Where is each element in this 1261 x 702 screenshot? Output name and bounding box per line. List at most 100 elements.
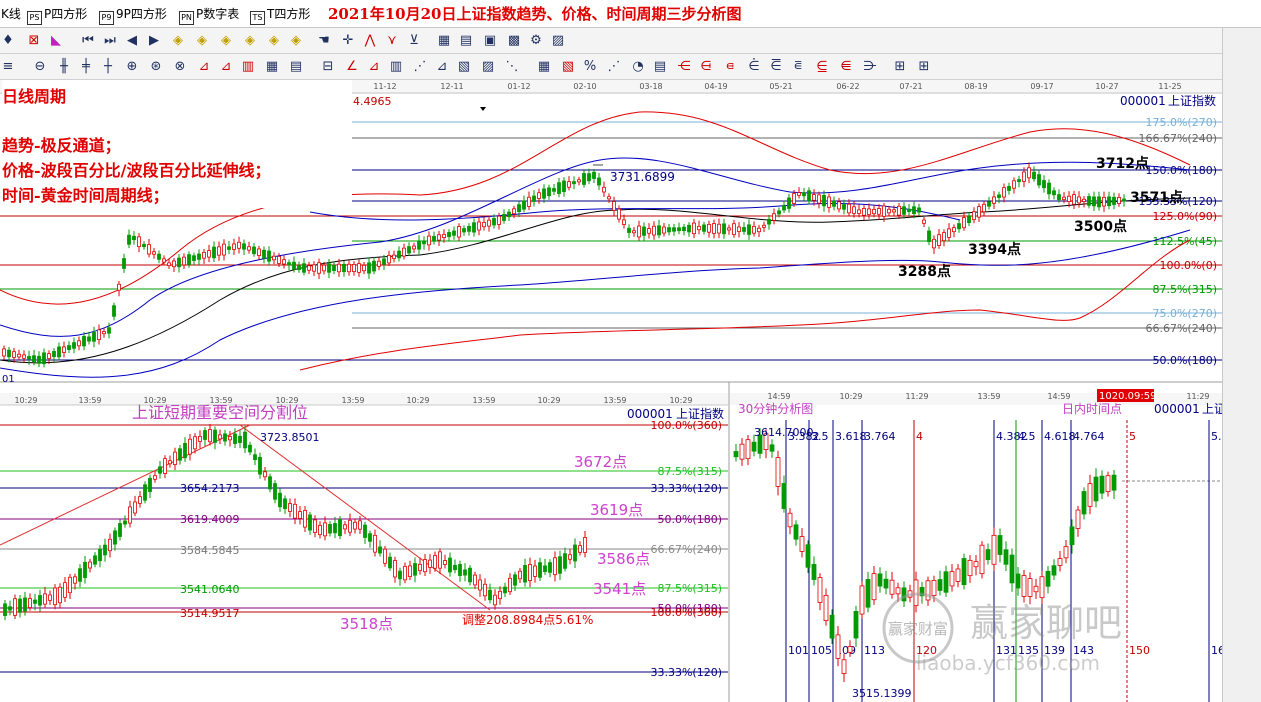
- top-candle: [952, 227, 956, 233]
- top-candle: [537, 192, 541, 199]
- angle-tool-1-icon[interactable]: ∠: [344, 59, 360, 75]
- diamond-tool-5-icon[interactable]: ◈: [266, 33, 282, 49]
- top-name: 上证指数: [1168, 93, 1216, 108]
- bl-candle: [98, 548, 102, 562]
- calendar-icon[interactable]: ▦: [436, 33, 452, 49]
- bl-candle: [518, 570, 522, 580]
- pattern-tool-3-icon[interactable]: ⊻: [406, 33, 422, 49]
- export-icon[interactable]: ▨: [550, 33, 566, 49]
- price-tool-1-icon[interactable]: ⋲: [676, 59, 692, 75]
- pattern-tool-1-icon[interactable]: ⋀: [362, 33, 378, 49]
- top-candle: [32, 355, 36, 363]
- angle-tool-2-icon[interactable]: ⊿: [366, 59, 382, 75]
- chevron-down-icon[interactable]: ♦: [0, 33, 16, 49]
- watermark: 赢家财富 赢家聊吧 liaoba.ycf360.com: [882, 592, 1122, 675]
- percent-icon[interactable]: %: [582, 59, 598, 75]
- fan-tool-2-icon[interactable]: ⊿: [218, 59, 234, 75]
- angle-tool-3-icon[interactable]: ▥: [388, 59, 404, 75]
- diamond-tool-4-icon[interactable]: ◈: [242, 33, 258, 49]
- grid-view-1-icon[interactable]: ⊞: [892, 59, 908, 75]
- step-back-icon[interactable]: ◀: [124, 33, 140, 49]
- tab-p-square[interactable]: PS P四方形: [27, 5, 87, 25]
- step-forward-icon[interactable]: ▶: [146, 33, 162, 49]
- pattern-tool-2-icon[interactable]: ⋎: [384, 33, 400, 49]
- price-tool-3-icon[interactable]: ⋴: [722, 59, 738, 75]
- ellipse-tool-icon[interactable]: ⊖: [32, 59, 48, 75]
- percent-tool-1-icon[interactable]: ▧: [560, 59, 576, 75]
- top-candle: [352, 264, 356, 272]
- bl-candle: [468, 567, 472, 583]
- top-candle: [732, 223, 736, 235]
- angle-tool-5-icon[interactable]: ⊿: [434, 59, 450, 75]
- fan-tool-4-icon[interactable]: ▦: [264, 59, 280, 75]
- price-tool-7-icon[interactable]: ⋸: [814, 59, 830, 75]
- target-tool-1-icon[interactable]: ⊕: [124, 59, 140, 75]
- scrollbar[interactable]: [1222, 28, 1261, 702]
- top-level-label: 87.5%(315): [1152, 283, 1217, 296]
- save-icon[interactable]: ▩: [506, 33, 522, 49]
- br-candle: [1057, 558, 1063, 566]
- fan-tool-3-icon[interactable]: ▥: [240, 59, 256, 75]
- angle-tool-7-icon[interactable]: ▨: [480, 59, 496, 75]
- bl-candle: [568, 554, 572, 560]
- crosshair-icon[interactable]: ✛: [340, 33, 356, 49]
- diamond-tool-1-icon[interactable]: ◈: [170, 33, 186, 49]
- price-tool-2-icon[interactable]: ⋳: [698, 59, 714, 75]
- select-tool-icon[interactable]: ⊠: [26, 33, 42, 49]
- tools-icon[interactable]: ⚙: [528, 33, 544, 49]
- top-date-label: 10-27: [1095, 82, 1118, 91]
- last-bar-icon[interactable]: ⏭: [102, 33, 118, 49]
- first-bar-icon[interactable]: ⏮: [80, 33, 96, 49]
- grid-tool-2-icon[interactable]: ╪: [78, 59, 94, 75]
- tab-t-square[interactable]: TS T四方形: [250, 5, 310, 25]
- dropdown-marker-icon[interactable]: [480, 107, 486, 111]
- percent-tool-2-icon[interactable]: ⋰: [606, 59, 622, 75]
- annotation-trend: 趋势-极反通道；: [2, 136, 121, 155]
- grid-tool-1-icon[interactable]: ╫: [56, 59, 72, 75]
- target-tool-2-icon[interactable]: ⊛: [148, 59, 164, 75]
- angle-tool-4-icon[interactable]: ⋰: [412, 59, 428, 75]
- br-count-label: 101: [788, 644, 809, 657]
- br-candle: [1069, 526, 1075, 546]
- top-candle: [157, 253, 161, 260]
- p-square-icon: PS: [27, 11, 42, 25]
- fan-tool-1-icon[interactable]: ⊿: [196, 59, 212, 75]
- br-candle: [841, 659, 847, 674]
- price-tool-4-icon[interactable]: ⋵: [746, 59, 762, 75]
- bl-candle: [443, 560, 447, 565]
- percent-tool-4-icon[interactable]: ▤: [652, 59, 668, 75]
- grid-view-2-icon[interactable]: ⊞: [916, 59, 932, 75]
- bl-candle: [343, 524, 347, 530]
- tab-p-number-table[interactable]: PN P数字表: [179, 5, 239, 25]
- top-candle: [77, 340, 81, 347]
- top-candle: [42, 352, 46, 365]
- diamond-tool-6-icon[interactable]: ◈: [288, 33, 304, 49]
- fan-tool-5-icon[interactable]: ▤: [288, 59, 304, 75]
- grid-tool-3-icon[interactable]: ┼: [100, 59, 116, 75]
- price-tool-9-icon[interactable]: ⋺: [862, 59, 878, 75]
- angle-tool-6-icon[interactable]: ▧: [456, 59, 472, 75]
- diamond-tool-3-icon[interactable]: ◈: [218, 33, 234, 49]
- price-tool-6-icon[interactable]: ⋷: [790, 59, 806, 75]
- percent-tool-3-icon[interactable]: ◔: [630, 59, 646, 75]
- top-candle: [107, 327, 111, 334]
- top-candle: [882, 205, 886, 217]
- top-candle: [22, 354, 26, 359]
- table-icon[interactable]: ▤: [458, 33, 474, 49]
- top-candle: [532, 195, 536, 202]
- line-tool-icon[interactable]: ≡: [0, 59, 16, 75]
- tab-kline[interactable]: K线: [1, 5, 21, 22]
- top-level-label: 112.5%(45): [1152, 235, 1217, 248]
- top-candle: [97, 329, 101, 340]
- period-tool-icon[interactable]: ⊟: [320, 59, 336, 75]
- hand-icon[interactable]: ☚: [316, 33, 332, 49]
- diamond-tool-2-icon[interactable]: ◈: [194, 33, 210, 49]
- flag-icon[interactable]: ◣: [48, 33, 64, 49]
- table-tool-icon[interactable]: ▦: [536, 59, 552, 75]
- angle-tool-8-icon[interactable]: ⋱: [504, 59, 520, 75]
- target-tool-3-icon[interactable]: ⊗: [172, 59, 188, 75]
- chart-window-icon[interactable]: ▣: [482, 33, 498, 49]
- tab-9p-square[interactable]: P9 9P四方形: [99, 5, 167, 25]
- price-tool-5-icon[interactable]: ⋶: [768, 59, 784, 75]
- price-tool-8-icon[interactable]: ⋹: [838, 59, 854, 75]
